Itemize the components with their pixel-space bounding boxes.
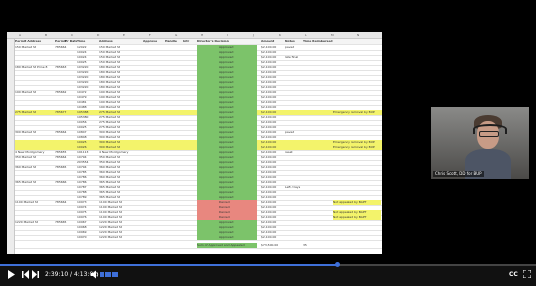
next-button[interactable] <box>32 270 40 279</box>
webcam-name-label: Chris Scott, DD for BUP <box>433 171 484 177</box>
column-letter: E <box>123 33 125 37</box>
cell-amount: $2,100.00 <box>261 235 277 239</box>
column-letter: K <box>279 33 281 37</box>
column-letter: D <box>97 33 100 37</box>
header-cell: Permit Address <box>15 39 42 43</box>
column-header-bar: A B C D E F G H I J K L M N <box>7 32 382 39</box>
column-letter: A <box>19 33 22 37</box>
header-cell: Intr <box>183 39 190 43</box>
progress-bar[interactable] <box>0 262 536 267</box>
progress-knob[interactable] <box>334 262 340 267</box>
header-cell: Director's Decision <box>197 39 229 43</box>
cell-address2: 1220 Market St <box>99 235 122 239</box>
header-cell: Approve <box>143 39 158 43</box>
column-letter: L <box>305 33 307 37</box>
column-letter: C <box>71 33 74 37</box>
header-cell: Amount <box>261 39 275 43</box>
header-cell: Notes <box>285 39 295 43</box>
total-row: Sum of Approved and Appealed $73,500.00 35 <box>15 243 382 249</box>
column-letter: M <box>331 33 334 37</box>
captions-button[interactable]: CC <box>509 270 518 279</box>
previous-button[interactable] <box>21 270 29 279</box>
cell-status-label: Approved <box>219 235 234 239</box>
volume-button[interactable] <box>91 270 99 279</box>
play-icon <box>8 270 15 279</box>
column-letter: H <box>201 33 204 37</box>
column-letter: B <box>45 33 48 37</box>
volume-slider[interactable] <box>100 272 122 277</box>
previous-icon <box>22 270 29 279</box>
header-cell: Address <box>99 39 113 43</box>
time-display: 2:39:10 / 4:13:02 <box>45 271 98 278</box>
total-label: Sum of Approved and Appealed <box>197 243 257 248</box>
table-row: 10970 1220 Market St Approved $2,100.00 <box>15 235 382 241</box>
webcam-overlay: Chris Scott, DD for BUP <box>431 107 529 179</box>
column-letter: F <box>149 33 151 37</box>
video-frame[interactable]: ABCDEFGHIJKLMN Permit Address Permit Pr Da… <box>0 0 536 264</box>
cell-time: 10970 <box>77 235 87 239</box>
total-amount: $73,500.00 <box>261 243 279 247</box>
total-count: 35 <box>303 243 307 247</box>
fullscreen-icon <box>523 270 531 278</box>
row-header-bar <box>7 39 15 254</box>
next-icon <box>32 270 39 279</box>
header-cell: Time Reimbursed <box>303 39 333 43</box>
column-letter: N <box>357 33 360 37</box>
column-letter: J <box>253 33 254 37</box>
volume-icon <box>91 270 99 279</box>
column-letter: I <box>227 33 228 37</box>
column-letter: G <box>175 33 178 37</box>
volume-tick <box>116 272 119 277</box>
captions-icon: CC <box>509 271 518 278</box>
header-cell: Time <box>77 39 86 43</box>
progress-fill <box>0 264 337 266</box>
spreadsheet-view: ABCDEFGHIJKLMN Permit Address Permit Pr Da… <box>7 32 382 254</box>
play-button[interactable] <box>8 270 15 279</box>
header-cell: Pr Date <box>65 39 77 43</box>
headset-icon <box>473 124 507 134</box>
fullscreen-button[interactable] <box>523 270 531 278</box>
header-cell: Handle <box>165 39 177 43</box>
